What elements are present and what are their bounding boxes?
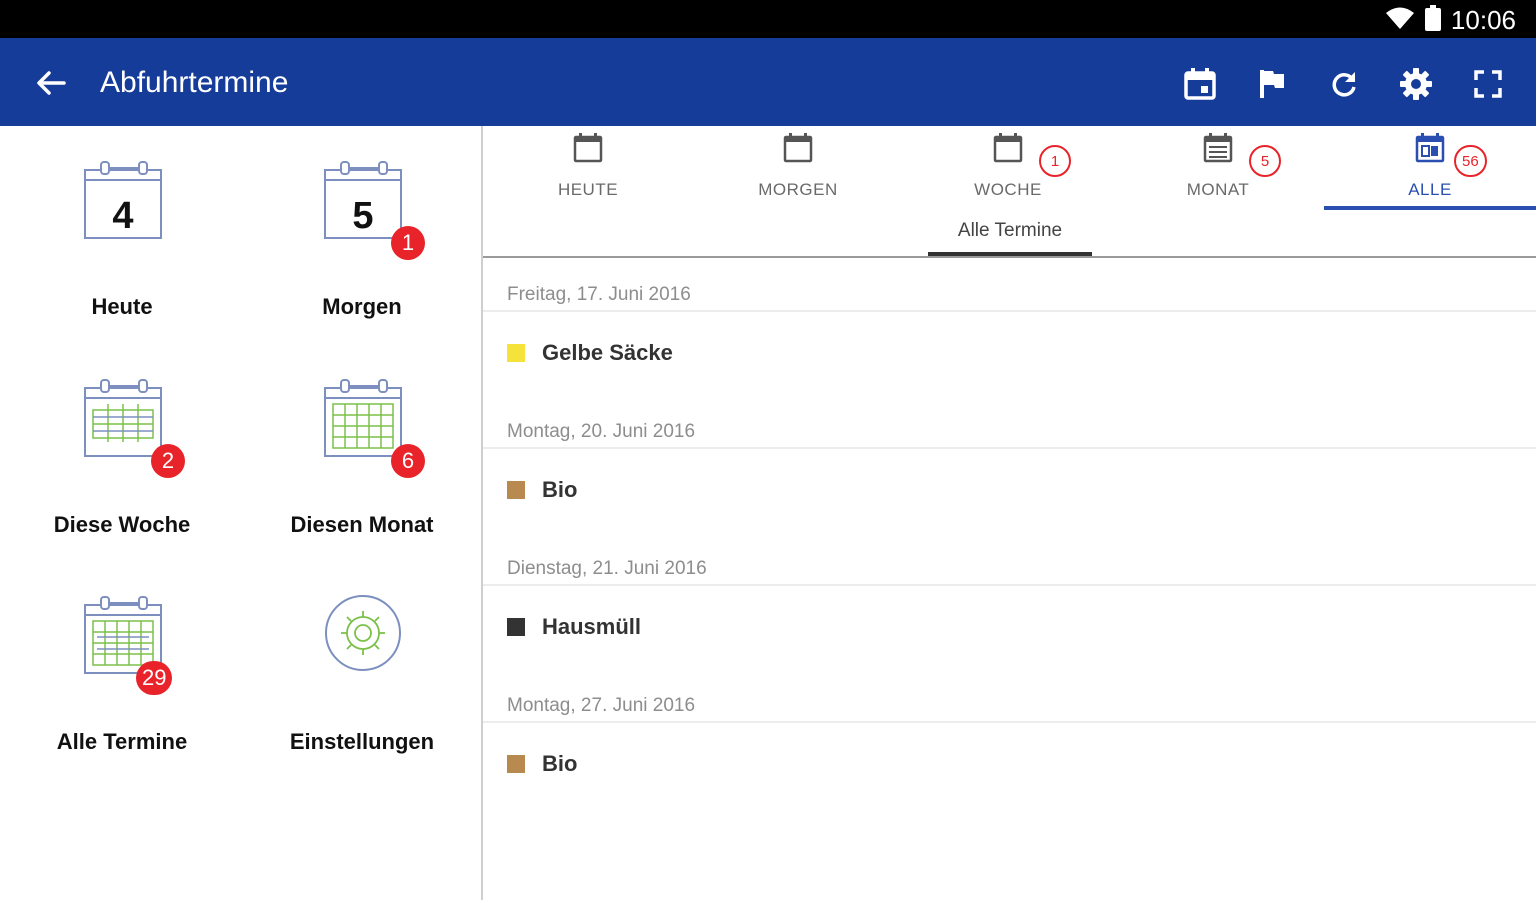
list-item[interactable]: Bio xyxy=(483,723,1536,803)
back-button[interactable] xyxy=(30,62,72,104)
tile-label: Alle Termine xyxy=(56,729,188,754)
list-item[interactable]: Gelbe Säcke xyxy=(483,312,1536,392)
tile-alle-termine[interactable]: 29 Alle Termine xyxy=(22,591,222,781)
main-content: HEUTE MORGEN 1 WOCHE 5 MONAT 56 ALLE All… xyxy=(483,126,1536,900)
tab-heute[interactable]: HEUTE xyxy=(483,126,693,212)
tile-label: Diesen Monat xyxy=(290,512,434,537)
settings-icon xyxy=(1400,68,1432,100)
arrow-left-icon xyxy=(37,71,66,95)
settings-button[interactable] xyxy=(1394,62,1438,106)
tile-label: Einstellungen xyxy=(289,729,435,754)
calendar-icon xyxy=(783,133,813,163)
flag-button[interactable] xyxy=(1250,62,1294,106)
calendar-icon xyxy=(573,133,603,163)
tab-label: HEUTE xyxy=(557,180,619,199)
flag-icon xyxy=(1260,70,1284,98)
status-time: 10:06 xyxy=(1450,4,1516,35)
tile-label: Morgen xyxy=(322,294,402,319)
refresh-icon xyxy=(1332,72,1356,97)
appointment-list: Freitag, 17. Juni 2016 Gelbe Säcke Monta… xyxy=(483,258,1536,806)
wifi-icon xyxy=(1385,5,1415,36)
waste-type-label: Hausmüll xyxy=(542,614,642,639)
count-badge: 2 xyxy=(151,444,185,478)
tab-count-badge: 56 xyxy=(1454,145,1487,177)
tile-diesen-monat[interactable]: 6 Diesen Monat xyxy=(262,374,462,564)
tab-label: WOCHE xyxy=(974,180,1042,199)
calendar-day-icon: 4 xyxy=(84,161,162,239)
count-badge: 6 xyxy=(391,444,425,478)
tab-monat[interactable]: 5 MONAT xyxy=(1113,126,1323,212)
date-group: Dienstag, 21. Juni 2016 Hausmüll xyxy=(483,532,1536,669)
date-group: Freitag, 17. Juni 2016 Gelbe Säcke xyxy=(483,258,1536,395)
waste-type-swatch xyxy=(507,344,525,362)
status-indicators: 10:06 xyxy=(1385,4,1516,36)
waste-type-swatch xyxy=(507,618,525,636)
tab-alle[interactable]: 56 ALLE xyxy=(1324,126,1536,212)
count-badge: 1 xyxy=(391,226,425,260)
tab-count-badge: 5 xyxy=(1249,145,1281,177)
status-bar: 10:06 xyxy=(0,0,1536,38)
active-tab-indicator xyxy=(1324,206,1536,210)
tile-label: Heute xyxy=(91,294,153,319)
calendar-month-icon xyxy=(1203,133,1233,163)
app-bar: Abfuhrtermine xyxy=(0,38,1536,126)
calendar-today-button[interactable] xyxy=(1178,62,1222,106)
appbar-actions xyxy=(1178,62,1510,106)
period-tabs: HEUTE MORGEN 1 WOCHE 5 MONAT 56 ALLE xyxy=(483,126,1536,212)
waste-type-label: Gelbe Säcke xyxy=(542,340,673,365)
tab-woche[interactable]: 1 WOCHE xyxy=(903,126,1113,212)
calendar-today-icon xyxy=(1184,68,1216,100)
tile-diese-woche[interactable]: 2 Diese Woche xyxy=(22,374,222,564)
tab-label: MORGEN xyxy=(758,180,838,199)
battery-icon xyxy=(1424,4,1441,36)
fullscreen-icon xyxy=(1474,70,1502,98)
tile-einstellungen[interactable]: Einstellungen xyxy=(262,591,462,781)
tab-label: ALLE xyxy=(1408,180,1452,199)
tab-morgen[interactable]: MORGEN xyxy=(693,126,903,212)
date-group: Montag, 27. Juni 2016 Bio xyxy=(483,669,1536,806)
settings-gear-icon xyxy=(325,595,401,671)
tile-heute[interactable]: 4 Heute xyxy=(22,156,222,346)
calendar-day-number: 4 xyxy=(112,195,133,237)
subtab-alle-termine[interactable]: Alle Termine xyxy=(928,220,1092,256)
waste-type-label: Bio xyxy=(542,477,578,502)
waste-type-swatch xyxy=(507,481,525,499)
calendar-icon xyxy=(993,133,1023,163)
tab-count-badge: 1 xyxy=(1039,145,1071,177)
group-date-header: Freitag, 17. Juni 2016 xyxy=(507,284,691,305)
tab-label: MONAT xyxy=(1186,180,1250,199)
group-date-header: Dienstag, 21. Juni 2016 xyxy=(507,558,707,579)
refresh-button[interactable] xyxy=(1322,62,1366,106)
date-group: Montag, 20. Juni 2016 Bio xyxy=(483,395,1536,532)
group-date-header: Montag, 27. Juni 2016 xyxy=(507,695,696,716)
dashboard-panel: 4 Heute 5 1 Morgen 2 Diese Woche 6 Diese… xyxy=(0,126,481,900)
fullscreen-button[interactable] xyxy=(1466,62,1510,106)
calendar-day-number: 5 xyxy=(352,195,373,237)
waste-type-label: Bio xyxy=(542,751,578,776)
list-item[interactable]: Hausmüll xyxy=(483,586,1536,666)
list-item[interactable]: Bio xyxy=(483,449,1536,529)
count-badge: 29 xyxy=(136,661,173,695)
app-title: Abfuhrtermine xyxy=(100,66,289,99)
waste-type-swatch xyxy=(507,755,525,773)
group-date-header: Montag, 20. Juni 2016 xyxy=(507,421,696,442)
tile-label: Diese Woche xyxy=(53,512,191,537)
calendar-all-icon xyxy=(1415,133,1445,163)
tile-morgen[interactable]: 5 1 Morgen xyxy=(262,156,462,346)
